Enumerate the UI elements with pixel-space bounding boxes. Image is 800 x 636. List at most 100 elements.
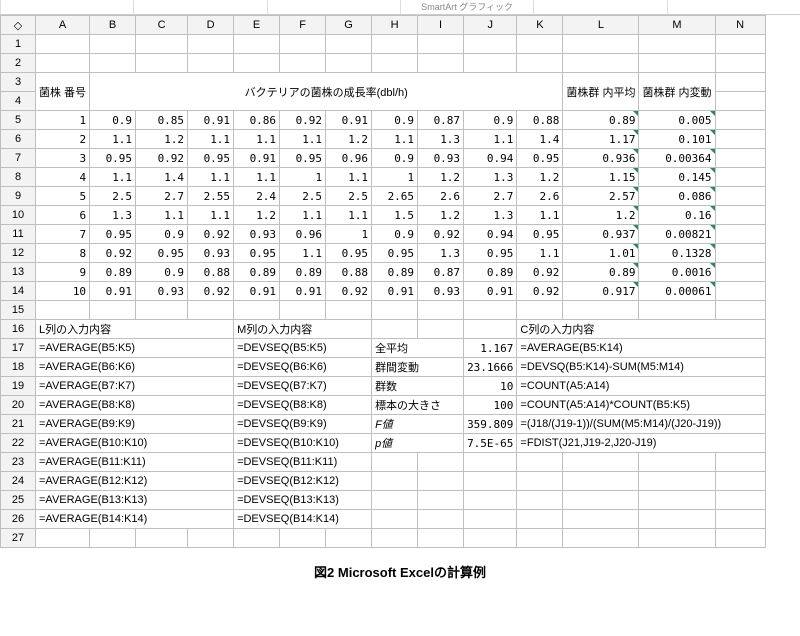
cell[interactable]: 3: [36, 149, 90, 168]
col-G[interactable]: G: [326, 16, 372, 35]
cell[interactable]: 0.00061: [639, 282, 715, 301]
col-J[interactable]: J: [464, 16, 517, 35]
row-header[interactable]: 27: [1, 529, 36, 548]
cell[interactable]: [464, 510, 517, 529]
row-header[interactable]: 2: [1, 54, 36, 73]
cell[interactable]: [372, 453, 418, 472]
cell[interactable]: 0.96: [280, 225, 326, 244]
cell[interactable]: 2.5: [326, 187, 372, 206]
cell[interactable]: [136, 35, 188, 54]
formula-L[interactable]: =AVERAGE(B6:K6): [36, 358, 234, 377]
stat-label[interactable]: 標本の大きさ: [372, 396, 464, 415]
cell[interactable]: 1: [36, 111, 90, 130]
cell[interactable]: 0.86: [234, 111, 280, 130]
cell[interactable]: 0.9: [372, 225, 418, 244]
cell[interactable]: [715, 92, 765, 111]
stat-formula[interactable]: =FDIST(J21,J19-2,J20-J19): [517, 434, 765, 453]
row-header[interactable]: 8: [1, 168, 36, 187]
cell[interactable]: [715, 472, 765, 491]
cell[interactable]: 6: [36, 206, 90, 225]
cell[interactable]: 1.15: [563, 168, 639, 187]
cell[interactable]: [639, 35, 715, 54]
cell[interactable]: 0.086: [639, 187, 715, 206]
row-header[interactable]: 10: [1, 206, 36, 225]
cell[interactable]: [715, 168, 765, 187]
row-header[interactable]: 18: [1, 358, 36, 377]
cell[interactable]: [715, 130, 765, 149]
cell[interactable]: 7: [36, 225, 90, 244]
cell[interactable]: [418, 472, 464, 491]
cell[interactable]: [326, 35, 372, 54]
cell[interactable]: [464, 320, 517, 339]
cell[interactable]: 0.92: [188, 225, 234, 244]
cell[interactable]: [418, 453, 464, 472]
stat-formula[interactable]: =(J18/(J19-1))/(SUM(M5:M14)/(J20-J19)): [517, 415, 765, 434]
stat-label[interactable]: p値: [372, 434, 464, 453]
cell[interactable]: 1: [280, 168, 326, 187]
col-K[interactable]: K: [517, 16, 563, 35]
cell[interactable]: [418, 491, 464, 510]
cell[interactable]: 0.89: [234, 263, 280, 282]
col-C[interactable]: C: [136, 16, 188, 35]
cell[interactable]: 0.92: [517, 263, 563, 282]
cell[interactable]: 0.91: [234, 149, 280, 168]
cell[interactable]: [418, 529, 464, 548]
stat-formula[interactable]: =COUNT(A5:A14)*COUNT(B5:K5): [517, 396, 765, 415]
cell[interactable]: [36, 54, 90, 73]
cell[interactable]: [326, 301, 372, 320]
stat-formula[interactable]: =DEVSQ(B5:K14)-SUM(M5:M14): [517, 358, 765, 377]
cell[interactable]: 0.95: [517, 225, 563, 244]
col-F[interactable]: F: [280, 16, 326, 35]
cell[interactable]: 0.93: [234, 225, 280, 244]
formula-M[interactable]: =DEVSEQ(B14:K14): [234, 510, 372, 529]
cell[interactable]: [715, 453, 765, 472]
cell[interactable]: [188, 54, 234, 73]
cell[interactable]: 0.91: [234, 282, 280, 301]
cell[interactable]: [563, 491, 639, 510]
cell[interactable]: 1.1: [234, 168, 280, 187]
cell[interactable]: [418, 301, 464, 320]
cell[interactable]: 1.4: [517, 130, 563, 149]
row-header[interactable]: 17: [1, 339, 36, 358]
cell[interactable]: 1.2: [326, 130, 372, 149]
cell[interactable]: [372, 472, 418, 491]
row-header[interactable]: 12: [1, 244, 36, 263]
cell[interactable]: [234, 35, 280, 54]
cell[interactable]: 0.92: [90, 244, 136, 263]
cell[interactable]: 0.917: [563, 282, 639, 301]
formula-L[interactable]: =AVERAGE(B5:K5): [36, 339, 234, 358]
cell[interactable]: [234, 301, 280, 320]
cell[interactable]: 2.55: [188, 187, 234, 206]
cell[interactable]: [715, 149, 765, 168]
cell[interactable]: 4: [36, 168, 90, 187]
formula-M[interactable]: =DEVSEQ(B12:K12): [234, 472, 372, 491]
cell[interactable]: 0.88: [517, 111, 563, 130]
col-M[interactable]: M: [639, 16, 715, 35]
cell[interactable]: [639, 491, 715, 510]
cell[interactable]: 2.6: [517, 187, 563, 206]
col-I[interactable]: I: [418, 16, 464, 35]
row-header[interactable]: 24: [1, 472, 36, 491]
cell[interactable]: [517, 491, 563, 510]
cell[interactable]: [280, 35, 326, 54]
cell[interactable]: 1.1: [280, 130, 326, 149]
cell[interactable]: [517, 510, 563, 529]
cell[interactable]: 1.1: [90, 168, 136, 187]
cell[interactable]: 0.9: [464, 111, 517, 130]
cell[interactable]: 2.6: [418, 187, 464, 206]
cell[interactable]: [517, 35, 563, 54]
row-header[interactable]: 1: [1, 35, 36, 54]
cell[interactable]: [639, 301, 715, 320]
cell[interactable]: 1.3: [90, 206, 136, 225]
cell[interactable]: [136, 529, 188, 548]
cell[interactable]: 0.91: [372, 282, 418, 301]
cell[interactable]: [464, 529, 517, 548]
cell[interactable]: [715, 35, 765, 54]
cell[interactable]: [372, 54, 418, 73]
cell[interactable]: [563, 54, 639, 73]
cell[interactable]: [188, 35, 234, 54]
cell[interactable]: 0.936: [563, 149, 639, 168]
row-header[interactable]: 13: [1, 263, 36, 282]
cell[interactable]: 0.95: [372, 244, 418, 263]
cell[interactable]: 2.57: [563, 187, 639, 206]
